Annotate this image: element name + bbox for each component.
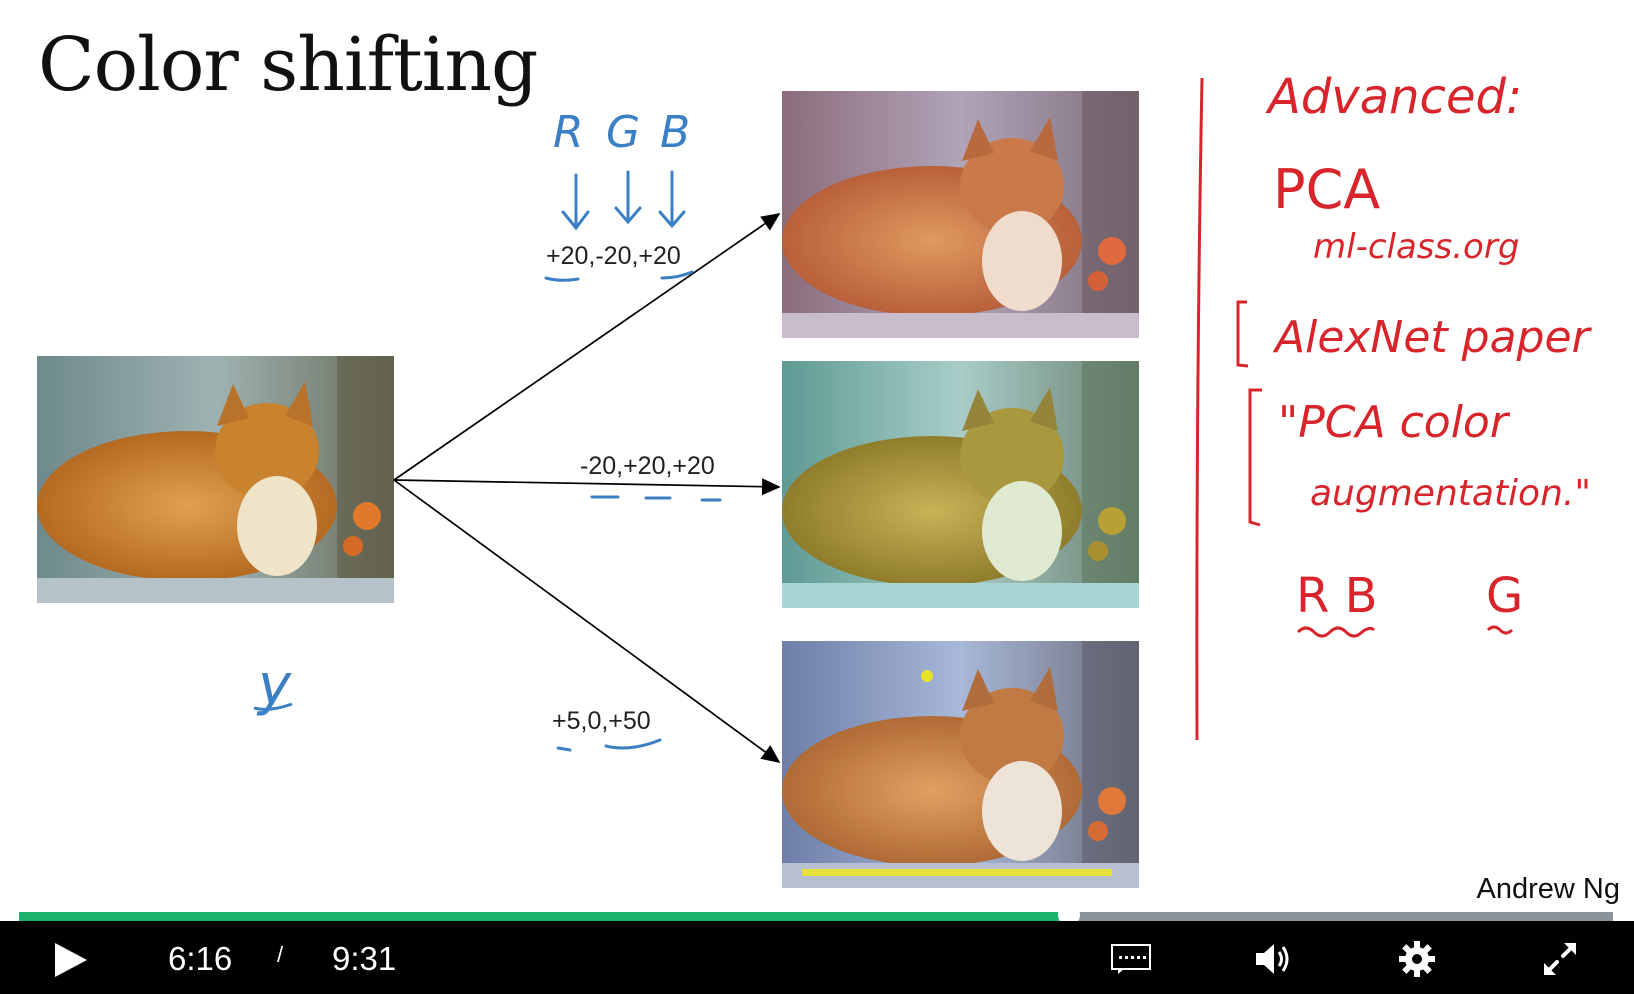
note-g: G <box>1486 568 1523 624</box>
note-advanced: Advanced: <box>1265 69 1522 125</box>
lecture-slide: Color shifting R G B y Advanced: PCA ml-… <box>0 0 1634 915</box>
note-ml-class: ml-class.org <box>1313 227 1519 267</box>
settings-icon[interactable] <box>1398 940 1436 978</box>
op-label-1: +20,-20,+20 <box>546 242 681 270</box>
play-icon[interactable] <box>52 941 90 979</box>
op-underlines <box>544 270 722 752</box>
channel-r-label: R <box>553 107 584 158</box>
arrow-to-image-2 <box>393 478 781 496</box>
player-controls: 6:16 / 9:31 <box>0 921 1634 994</box>
duration: 9:31 <box>332 940 397 977</box>
slide-author: Andrew Ng <box>1476 873 1620 905</box>
progress-bar[interactable] <box>19 912 1613 921</box>
time-separator: / <box>277 942 284 967</box>
captions-icon[interactable] <box>1110 943 1152 975</box>
red-divider <box>1195 77 1204 741</box>
op-label-2: -20,+20,+20 <box>580 452 715 480</box>
channel-arrows <box>561 170 686 231</box>
fullscreen-icon[interactable] <box>1540 939 1580 979</box>
channel-g-label: G <box>606 107 640 158</box>
note-alexnet: AlexNet paper <box>1272 312 1593 363</box>
op-label-3: +5,0,+50 <box>552 707 651 735</box>
note-rb: R B <box>1296 568 1378 624</box>
rgb-channel-labels: R G B <box>553 107 690 158</box>
note-pca: PCA <box>1273 158 1380 221</box>
note-pca-color: "PCA color <box>1278 397 1511 448</box>
current-time: 6:16 <box>168 940 233 977</box>
channel-b-label: B <box>660 107 690 158</box>
note-augmentation: augmentation." <box>1310 473 1591 514</box>
progress-fill <box>19 912 1070 921</box>
volume-icon[interactable] <box>1254 941 1294 977</box>
slide-annotations: R G B y Advanced: PCA ml-class.org AlexN… <box>253 69 1593 764</box>
